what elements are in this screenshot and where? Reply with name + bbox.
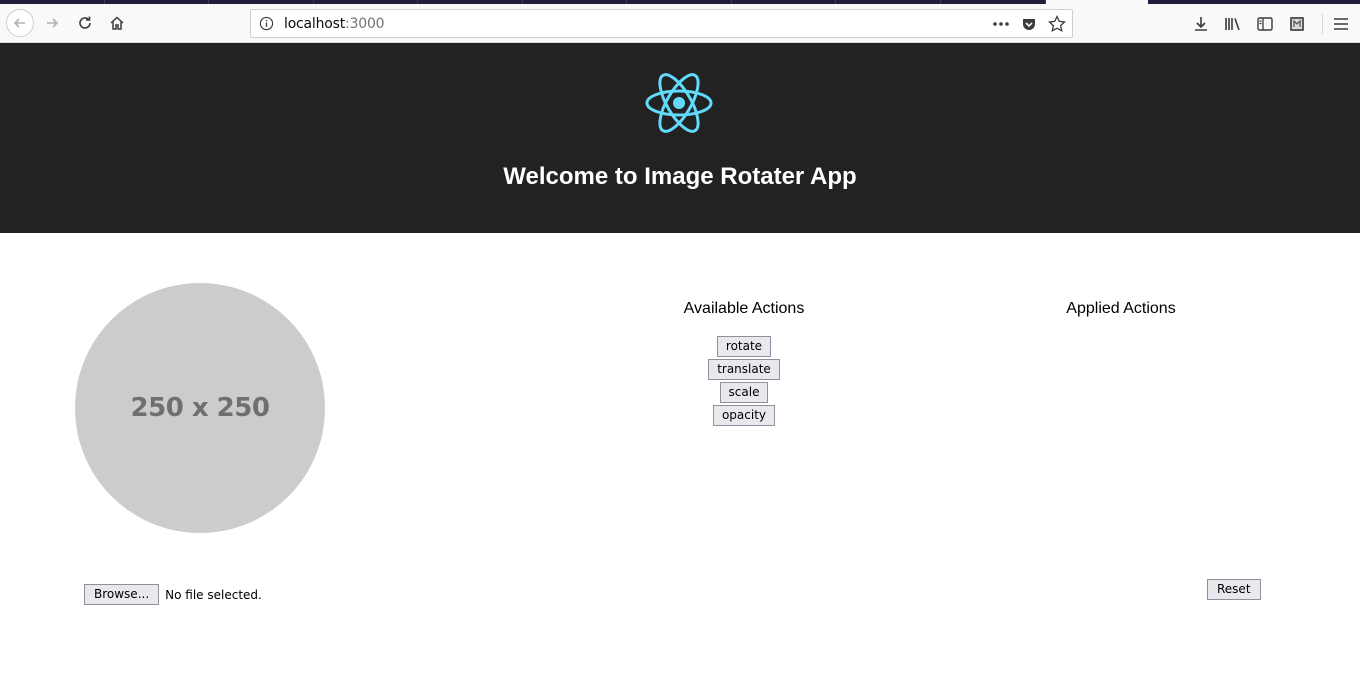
hamburger-menu-icon[interactable] [1330,13,1352,35]
back-button[interactable] [6,9,34,37]
applied-actions-title: Applied Actions [1066,300,1176,317]
url-text[interactable]: localhost:3000 [284,16,385,32]
image-preview: 250 x 250 [75,283,325,533]
info-icon[interactable] [259,16,274,31]
url-host: localhost [284,16,346,32]
more-dots-icon[interactable] [990,13,1012,35]
sidebar-icon[interactable] [1254,13,1276,35]
browse-button[interactable]: Browse... [84,584,160,605]
home-button[interactable] [103,9,131,37]
available-actions-title: Available Actions [683,300,805,317]
scale-action-button[interactable]: scale [719,382,769,403]
reset-button[interactable]: Reset [1207,579,1261,600]
forward-arrow-icon [47,18,59,28]
file-input: Browse... No file selected. [84,584,262,605]
reload-icon [79,16,91,29]
available-actions-list: rotate translate scale opacity [644,336,844,426]
page-title: Welcome to Image Rotater App [503,163,857,190]
forward-button[interactable] [38,9,66,37]
star-icon[interactable] [1046,13,1068,35]
home-icon [110,16,124,30]
reload-button[interactable] [71,9,99,37]
browser-toolbar: localhost:3000 [0,4,1360,43]
pocket-icon[interactable] [1018,13,1040,35]
file-status-text: No file selected. [165,587,262,602]
download-icon[interactable] [1190,13,1212,35]
library-icon[interactable] [1222,13,1244,35]
app-header: Welcome to Image Rotater App [0,43,1360,233]
extension-icon[interactable] [1286,13,1308,35]
translate-action-button[interactable]: translate [708,359,780,380]
opacity-action-button[interactable]: opacity [712,405,776,426]
url-port: :3000 [345,16,385,32]
back-arrow-icon [13,18,25,28]
toolbar-separator [1322,14,1323,34]
preview-placeholder-label: 250 x 250 [130,393,270,423]
react-logo-icon [645,73,713,133]
rotate-action-button[interactable]: rotate [716,336,772,357]
url-bar[interactable]: localhost:3000 [250,9,1073,38]
